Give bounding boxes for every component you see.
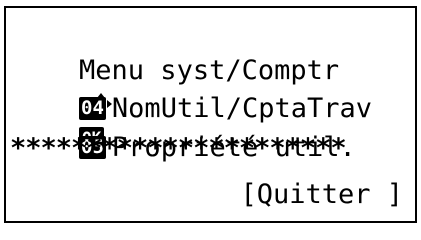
separator-line: ********************** — [10, 133, 347, 164]
lcd-display: Menu syst/Comptr OK 04NomUtil/CptaTrav 0… — [4, 6, 417, 223]
quit-soft-key[interactable]: [Quitter ] — [240, 178, 403, 212]
header-line: Menu syst/Comptr OK — [14, 20, 339, 149]
menu-item-user-name-job-accounting[interactable]: 04 NomUtil/CptaTrav — [14, 58, 372, 124]
menu-item-user-property[interactable]: 05 Propriété util. — [14, 97, 356, 163]
